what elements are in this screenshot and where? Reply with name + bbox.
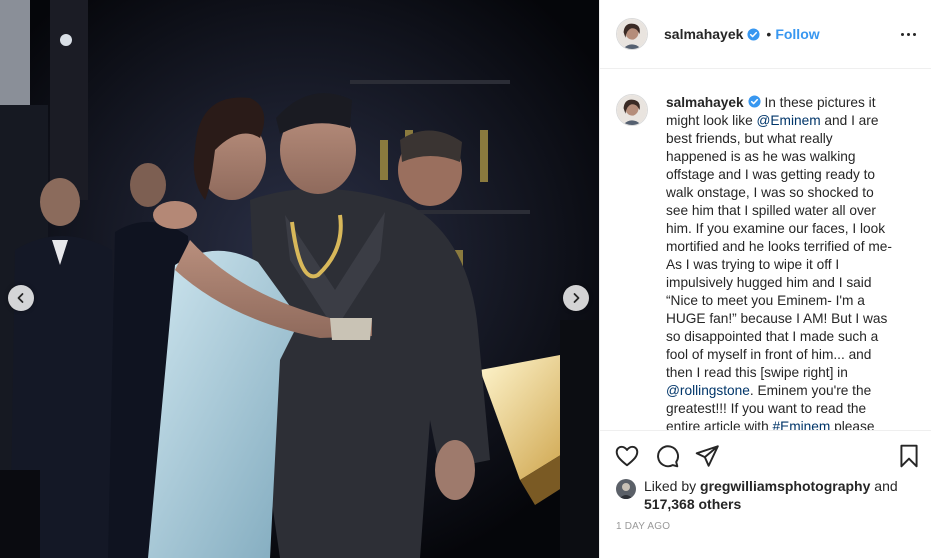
caption-avatar[interactable] (616, 94, 648, 126)
mention-eminem[interactable]: @Eminem (757, 113, 821, 128)
carousel-prev-button[interactable] (8, 285, 34, 311)
caption-line: then I read this [swipe right] in (666, 365, 848, 380)
caption-line: As I was trying to wipe it off I (666, 257, 840, 272)
likes-count-link[interactable]: 517,368 others (644, 496, 741, 512)
liker-avatar[interactable] (616, 479, 636, 499)
caption-line: greatest!!! If you want to read the (666, 401, 867, 416)
caption-area: salmahayek In these pictures it might lo… (600, 70, 931, 430)
bookmark-icon[interactable] (896, 443, 922, 469)
post-side-panel: salmahayek • Follow salmahayek In these … (599, 0, 931, 558)
liker-username-link[interactable]: gregwilliamsphotography (700, 478, 870, 494)
caption-username[interactable]: salmahayek (666, 95, 744, 110)
caption-line: In these pictures it (764, 95, 876, 110)
caption-line: fool of myself in front of him... and (666, 347, 872, 362)
more-options-icon[interactable] (898, 24, 918, 44)
post-header: salmahayek • Follow (600, 0, 931, 69)
heart-icon[interactable] (614, 443, 640, 469)
caption-line: please (830, 419, 875, 430)
avatar-image (617, 19, 647, 49)
action-icons (614, 443, 720, 469)
caption-line: best friends, but what really (666, 131, 833, 146)
follow-button[interactable]: Follow (775, 26, 819, 42)
share-icon[interactable] (694, 443, 720, 469)
caption-line: HUGE fan!” because I AM! But I was (666, 311, 888, 326)
caption-line: entire article with (666, 419, 773, 430)
caption-line: . Eminem you're the (749, 383, 872, 398)
comment-icon[interactable] (654, 443, 680, 469)
caption-line: happened is as he was walking (666, 149, 856, 164)
caption-line: him. If you examine our faces, I look (666, 221, 886, 236)
hashtag-eminem[interactable]: #Eminem (773, 419, 831, 430)
post-timestamp[interactable]: 1 day ago (616, 521, 670, 532)
caption-line: walk onstage, I was so shocked to (666, 185, 874, 200)
username-link[interactable]: salmahayek (664, 26, 743, 42)
caption-line: so disappointed that I made such a (666, 329, 879, 344)
caption-line: and I are (820, 113, 879, 128)
avatar-image (617, 95, 647, 125)
chevron-right-icon (573, 293, 580, 303)
caption-line: impulsively hugged him and I said (666, 275, 872, 290)
caption-line: “Nice to meet you Eminem- I'm a (666, 293, 865, 308)
verified-badge-icon (747, 27, 760, 41)
separator-dot: • (766, 26, 772, 42)
caption-line: mortified and he looks terrified of me- (666, 239, 892, 254)
caption-text: salmahayek In these pictures it might lo… (666, 94, 906, 430)
caption-line: see him that I spilled water all over (666, 203, 876, 218)
caption-line: offstage and I was getting ready to (666, 167, 876, 182)
carousel-next-button[interactable] (563, 285, 589, 311)
chevron-left-icon (17, 293, 24, 303)
post-actions: Liked by gregwilliamsphotography and 517… (600, 430, 931, 558)
liked-by-and: and (874, 478, 898, 494)
photo-image (0, 0, 599, 558)
likes-text: Liked by gregwilliamsphotography and 517… (644, 477, 916, 513)
mention-rollingstone[interactable]: @rollingstone (666, 383, 750, 398)
verified-badge-icon (748, 95, 761, 108)
caption-line: might look like (666, 113, 757, 128)
liked-by-label: Liked by (644, 478, 697, 494)
avatar[interactable] (616, 18, 648, 50)
post-photo[interactable] (0, 0, 599, 558)
